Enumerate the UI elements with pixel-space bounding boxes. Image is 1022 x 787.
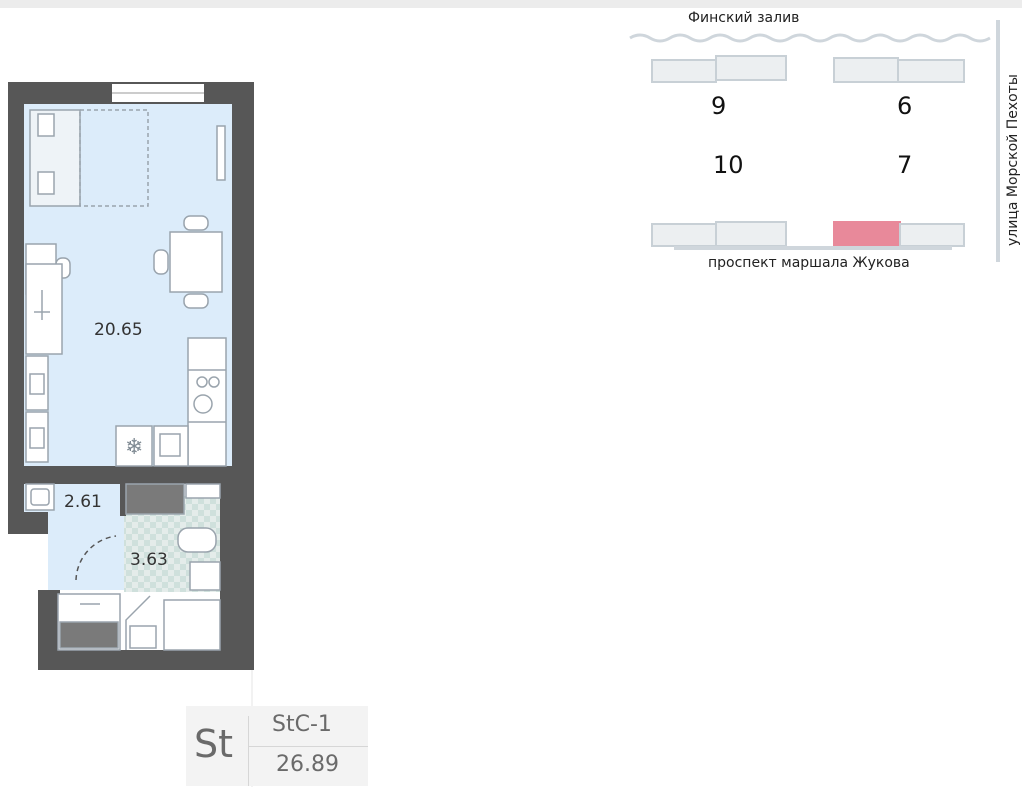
water-label: Финский залив xyxy=(688,10,800,26)
building-6 xyxy=(833,57,965,83)
info-divider-h xyxy=(248,746,368,747)
water-wave xyxy=(629,33,991,43)
unit-type: St xyxy=(194,722,234,766)
site-map xyxy=(251,20,1000,787)
building-number-10: 10 xyxy=(713,151,744,179)
unit-info-box: St StC-1 26.89 xyxy=(186,706,368,786)
building-number-6: 6 xyxy=(897,92,913,120)
building-10 xyxy=(651,221,787,247)
building-7 xyxy=(833,221,965,247)
building-number-7: 7 xyxy=(897,151,913,179)
unit-total-area: 26.89 xyxy=(276,752,339,777)
unit-code: StC-1 xyxy=(272,712,332,737)
street-bottom-label: проспект маршала Жукова xyxy=(708,255,910,271)
building-number-9: 9 xyxy=(711,92,727,120)
info-divider-v xyxy=(248,716,249,786)
street-right-label: улица Морской Пехоты xyxy=(1005,74,1021,246)
building-9 xyxy=(651,55,787,83)
